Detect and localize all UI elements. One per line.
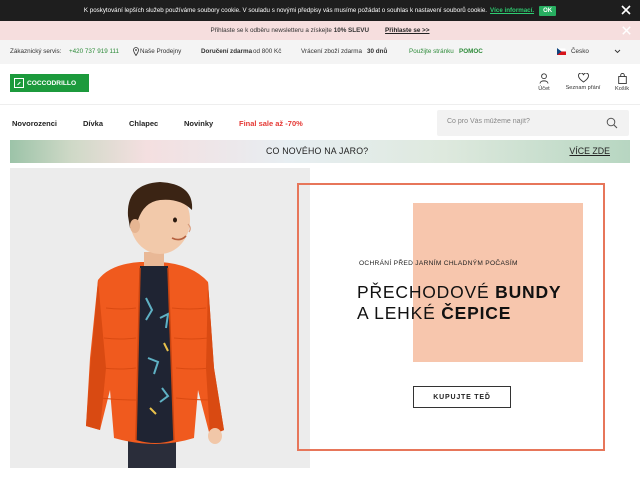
returns-text: Vrácení zboží zdarma [301,48,363,55]
newsletter-signup-link[interactable]: Přihlaste se >> [385,27,429,34]
cookie-ok-button[interactable]: OK [539,5,557,16]
search-icon[interactable] [606,117,618,129]
shop-now-button[interactable]: KUPUJTE TEĎ [413,386,511,408]
hero-title-line2: A LEHKÉ ČEPICE [357,303,511,324]
cart-button[interactable]: Košík [612,73,632,92]
hero-banner: OCHRÁNÍ PŘED JARNÍM CHLADNÝM POČASÍM PŘE… [10,168,630,468]
info-bar: Zákaznický servis: +420 737 919 111 Naše… [0,40,640,64]
delivery-bold: Doručení zdarma [201,48,253,55]
newsletter-discount: 10% SLEVU [333,27,370,34]
close-icon[interactable] [619,3,633,17]
help-promo-code[interactable]: POMOC [459,48,483,55]
help-promo-text[interactable]: Použijte stránku [409,48,454,55]
logo-text: COCCODRILLO [27,79,77,87]
search-box [437,110,629,136]
shopping-bag-icon [617,73,627,84]
hero-subtitle: OCHRÁNÍ PŘED JARNÍM CHLADNÝM POČASÍM [359,260,518,267]
hero-image[interactable] [10,168,310,468]
stores-link[interactable]: Naše Prodejny [140,48,181,55]
cookie-bar: K poskytování lepších služeb používáme s… [0,0,640,21]
hero-title-line1-bold: BUNDY [495,282,562,302]
returns-days: 30 dnů [367,48,388,55]
account-label: Účet [538,86,550,92]
newsletter-text: Přihlaste se k odběru newsletteru a získ… [210,27,332,34]
nav-item-new[interactable]: Novinky [184,119,213,128]
promo-banner[interactable]: CO NOVÉHO NA JARO? VÍCE ZDE [10,140,630,163]
promo-more-link[interactable]: VÍCE ZDE [569,146,610,156]
nav-item-newborns[interactable]: Novorozenci [12,119,57,128]
logo[interactable]: COCCODRILLO [10,74,89,92]
newsletter-bar: Přihlaste se k odběru newsletteru a získ… [0,21,640,40]
hero-title-line1-regular: PŘECHODOVÉ [357,282,490,302]
user-icon [539,73,549,84]
cart-label: Košík [615,86,629,92]
chevron-down-icon[interactable] [614,49,621,54]
cookie-more-link[interactable]: Více informací. [490,7,534,14]
cookie-text: K poskytování lepších služeb používáme s… [83,7,488,14]
map-pin-icon [133,47,139,56]
hero-title-line2-regular: A LEHKÉ [357,303,436,323]
hero-title-line2-bold: ČEPICE [441,303,512,323]
czech-flag-icon [557,48,566,55]
delivery-rest: od 800 Kč [253,48,282,55]
hero-title-line1: PŘECHODOVÉ BUNDY [357,282,561,303]
main-nav: Novorozenci Dívka Chlapec Novinky Final … [0,104,640,140]
country-select[interactable]: Česko [571,48,589,55]
wishlist-button[interactable]: Seznam přání [563,73,603,91]
account-button[interactable]: Účet [534,73,554,92]
promo-text: CO NOVÉHO NA JARO? [266,146,369,156]
heart-icon [577,73,589,83]
boy-in-orange-jacket-image [10,168,310,468]
search-input[interactable] [447,118,597,125]
wishlist-label: Seznam přání [565,85,601,91]
nav-item-girl[interactable]: Dívka [83,119,103,128]
logo-mark-icon [14,78,24,88]
service-label: Zákaznický servis: [10,48,62,55]
phone-link[interactable]: +420 737 919 111 [69,48,119,55]
nav-item-boy[interactable]: Chlapec [129,119,158,128]
close-icon[interactable] [620,24,633,37]
header: COCCODRILLO Účet Seznam přání Košík [0,64,640,104]
nav-item-final-sale[interactable]: Final sale až -70% [239,119,303,128]
